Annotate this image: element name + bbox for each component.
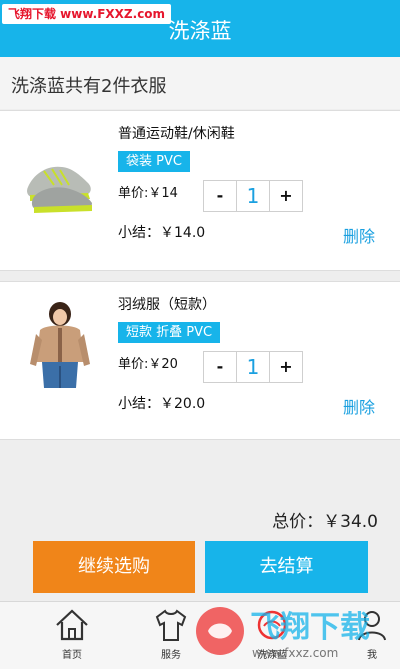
item-name: 普通运动鞋/休闲鞋: [118, 126, 235, 142]
quantity-value[interactable]: 1: [236, 352, 270, 382]
item-unit-price: 单价:￥14: [118, 186, 178, 201]
item-tags: 袋装 PVC: [118, 151, 190, 172]
app-header: 飞翔下载 www.FXXZ.com 洗涤蓝: [0, 0, 400, 57]
item-tags: 短款 折叠 PVC: [118, 322, 221, 343]
shirt-icon: [155, 609, 187, 641]
watermark-logo: 飞翔下载 www.fxxz.com: [196, 607, 370, 660]
item-unit-price: 单价:￥20: [118, 357, 178, 372]
quantity-stepper: - 1 +: [203, 180, 303, 212]
quantity-value[interactable]: 1: [236, 181, 270, 211]
shoe-image: [27, 166, 92, 213]
tab-label: 首页: [62, 650, 82, 661]
delete-button[interactable]: 删除: [343, 394, 375, 418]
quantity-stepper: - 1 +: [203, 351, 303, 383]
item-subtotal: 小结：￥20.0: [118, 396, 206, 412]
home-icon: [56, 609, 88, 641]
decrease-button[interactable]: -: [204, 352, 236, 382]
watermark-logo-text: 飞翔下载: [250, 610, 370, 645]
cart-item: 羽绒服（短款） 短款 折叠 PVC 单价:￥20 - 1 + 小结：￥20.0 …: [0, 281, 400, 440]
item-name: 羽绒服（短款）: [118, 297, 216, 313]
continue-shopping-button[interactable]: 继续选购: [33, 541, 195, 593]
watermark-logo-url: www.fxxz.com: [252, 646, 338, 660]
cart-item: 普通运动鞋/休闲鞋 袋装 PVC 单价:￥14 - 1 + 小结：￥14.0 删…: [0, 110, 400, 271]
total-price: 总价：￥34.0: [272, 512, 378, 532]
cart-summary-bar: 洗涤蓝共有2件衣服: [0, 57, 400, 109]
tab-home[interactable]: 首页: [42, 608, 102, 669]
delete-button[interactable]: 删除: [343, 223, 375, 247]
decrease-button[interactable]: -: [204, 181, 236, 211]
item-subtotal: 小结：￥14.0: [118, 225, 206, 241]
checkout-button[interactable]: 去结算: [205, 541, 368, 593]
increase-button[interactable]: +: [270, 352, 302, 382]
page-title: 洗涤蓝: [168, 19, 232, 43]
jacket-image: [30, 302, 90, 388]
cart-summary-text: 洗涤蓝共有2件衣服: [11, 76, 167, 97]
increase-button[interactable]: +: [270, 181, 302, 211]
